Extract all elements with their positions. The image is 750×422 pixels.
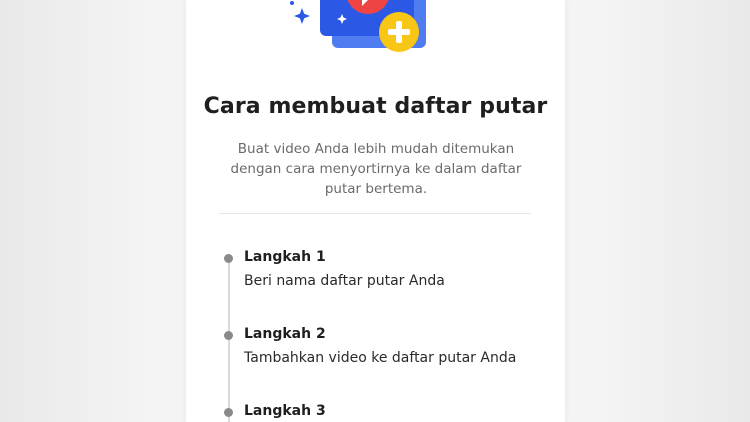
- page-background: Cara membuat daftar putar Buat video And…: [0, 0, 750, 422]
- step-title: Langkah 3: [244, 403, 326, 419]
- step-dot: [224, 254, 233, 263]
- step-text: Beri nama daftar putar Anda: [244, 273, 445, 289]
- timeline-line: [228, 258, 230, 422]
- step-dot: [224, 408, 233, 417]
- page-description: Buat video Anda lebih mudah ditemukan de…: [230, 141, 522, 197]
- sparkle-dot-icon: [290, 1, 294, 5]
- sparkle-icon: [294, 8, 310, 24]
- step-text: Tambahkan video ke daftar putar Anda: [244, 350, 517, 366]
- plus-icon-v: [396, 21, 402, 43]
- step-title: Langkah 1: [244, 249, 326, 265]
- playlist-guide-panel: Cara membuat daftar putar Buat video And…: [186, 0, 565, 422]
- step-dot: [224, 331, 233, 340]
- step-title: Langkah 2: [244, 326, 326, 342]
- divider: [219, 213, 531, 214]
- playlist-add-icon: [290, 0, 426, 52]
- page-title: Cara membuat daftar putar: [203, 94, 548, 119]
